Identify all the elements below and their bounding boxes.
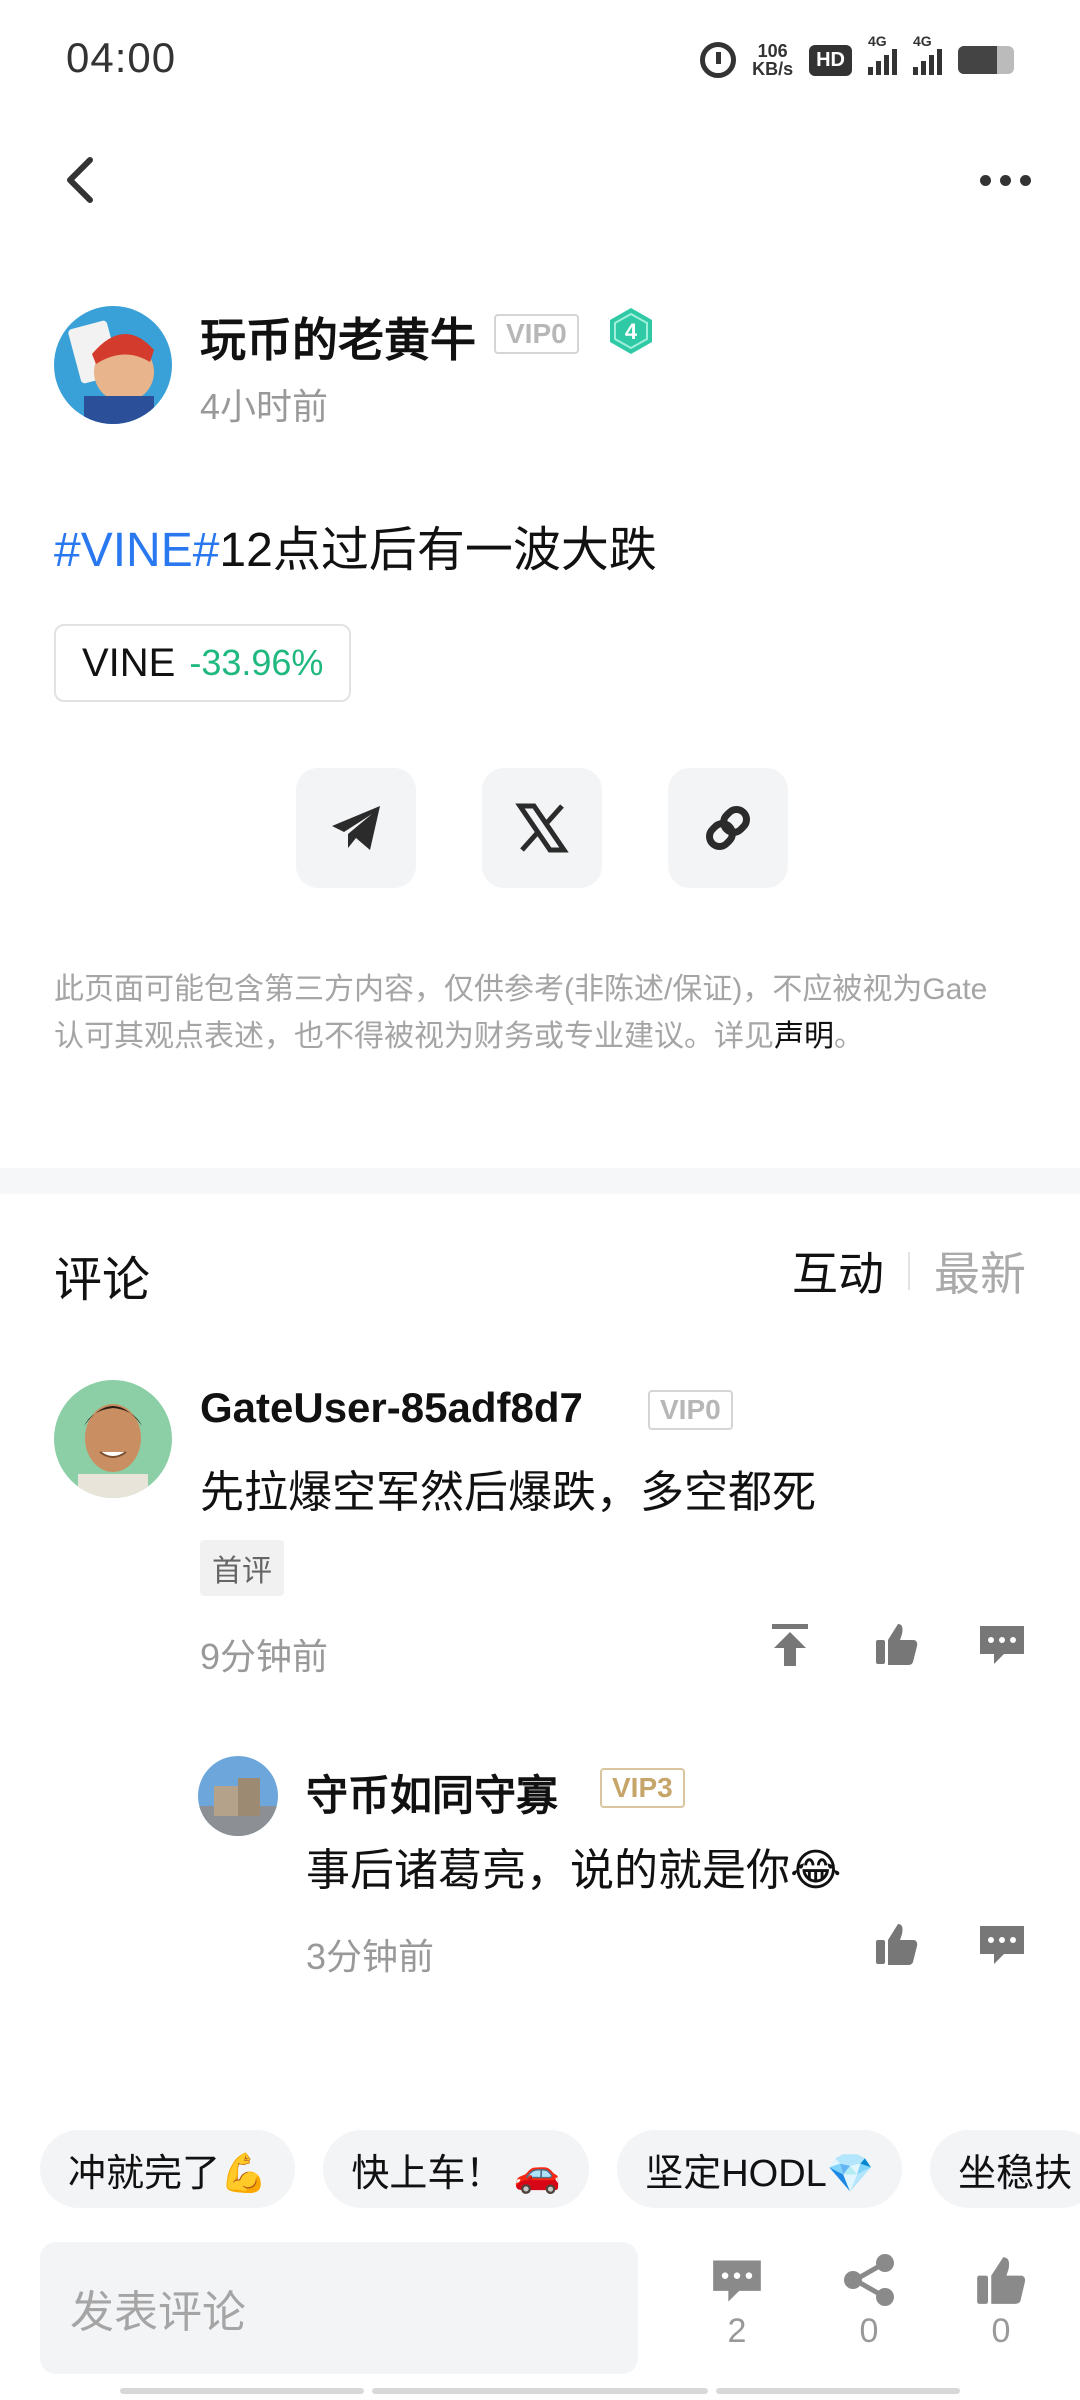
avatar-image xyxy=(54,306,172,424)
battery-icon xyxy=(958,46,1014,74)
share-count: 0 xyxy=(859,2312,879,2350)
share-count-button[interactable]: 0 xyxy=(824,2254,914,2351)
signal-icon: 4G xyxy=(913,33,942,75)
scroll-indicator xyxy=(120,2388,364,2394)
signal-label: 4G xyxy=(868,33,887,49)
reply-user-name[interactable]: 守币如同守寡 xyxy=(306,1762,558,1823)
comment-count: 2 xyxy=(727,2312,747,2350)
reply-avatar[interactable] xyxy=(198,1756,278,1836)
copy-link-button[interactable] xyxy=(668,768,788,888)
avatar-image xyxy=(198,1756,278,1836)
like-count: 0 xyxy=(991,2312,1011,2350)
vip-badge: VIP3 xyxy=(600,1768,685,1808)
commenter-name[interactable]: GateUser-85adf8d7 xyxy=(200,1384,583,1432)
status-time: 04:00 xyxy=(66,34,177,81)
scroll-indicator xyxy=(372,2388,708,2394)
quick-reply-chip[interactable]: 快上车！ 🚗 xyxy=(323,2130,590,2208)
reply-time: 3分钟前 xyxy=(306,1936,435,1977)
post-text: 12点过后有一波大跌 xyxy=(219,524,657,577)
status-bar: 04:00 106 KB/s HD 4G 4G xyxy=(0,0,1080,120)
sort-tab-latest[interactable]: 最新 xyxy=(934,1238,1026,1304)
reply-actions xyxy=(872,1920,1026,1968)
avatar-image xyxy=(54,1380,172,1498)
reply-text: 事后诸葛亮，说的就是你😂 xyxy=(306,1846,842,1895)
hexagon-level-icon: 4 xyxy=(610,308,652,354)
like-icon[interactable] xyxy=(872,1620,920,1668)
network-speed: 106 KB/s xyxy=(752,42,793,78)
comment-text: 先拉爆空军然后爆跌，多空都死 xyxy=(200,1468,816,1517)
vip-badge: VIP0 xyxy=(648,1390,733,1430)
coin-chip[interactable]: VINE -33.96% xyxy=(54,624,352,702)
more-dots-icon xyxy=(979,174,991,186)
sort-separator xyxy=(908,1252,910,1290)
commenter-avatar[interactable] xyxy=(54,1380,172,1498)
chevron-left-icon xyxy=(67,157,93,203)
pin-to-top-icon[interactable] xyxy=(766,1620,814,1668)
comments-title: 评论 xyxy=(54,1254,151,1307)
comment-sort-tabs: 互动 最新 xyxy=(792,1238,1026,1304)
hd-icon: HD xyxy=(809,44,852,76)
like-icon xyxy=(977,2257,1026,2304)
post-content: #VINE#12点过后有一波大跌 xyxy=(54,510,657,580)
post-time: 4小时前 xyxy=(200,386,329,427)
quick-reply-chip[interactable]: 冲就完了💪 xyxy=(40,2130,296,2208)
coin-change: -33.96% xyxy=(189,642,324,683)
comment-count-button[interactable]: 2 xyxy=(692,2254,782,2351)
vip-badge: VIP0 xyxy=(494,314,579,354)
alarm-icon xyxy=(700,42,737,78)
signal-icon: 4G xyxy=(868,33,897,75)
signal-label: 4G xyxy=(913,33,932,49)
telegram-icon xyxy=(332,806,380,850)
like-icon[interactable] xyxy=(872,1920,920,1968)
network-speed-value: 106 xyxy=(757,41,788,61)
level-number: 4 xyxy=(625,319,638,344)
author-avatar[interactable] xyxy=(54,306,172,424)
link-icon xyxy=(706,806,750,850)
quick-reply-row: 冲就完了💪 快上车！ 🚗 坚定HODL💎 坐稳扶 xyxy=(40,2130,1080,2208)
reply-icon[interactable] xyxy=(978,1920,1026,1968)
like-count-button[interactable]: 0 xyxy=(956,2254,1046,2351)
first-comment-tag: 首评 xyxy=(200,1540,284,1596)
sort-tab-interaction[interactable]: 互动 xyxy=(792,1238,884,1304)
level-badge: 4 xyxy=(608,306,654,356)
back-button[interactable] xyxy=(56,150,106,210)
quick-reply-chip[interactable]: 坚定HODL💎 xyxy=(617,2130,903,2208)
scroll-indicator xyxy=(716,2388,960,2394)
coin-name: VINE xyxy=(82,640,176,685)
more-button[interactable] xyxy=(970,160,1040,200)
post-hashtag[interactable]: #VINE# xyxy=(54,524,219,577)
comment-input[interactable]: 发表评论 xyxy=(40,2242,638,2374)
status-icons: 106 KB/s HD 4G 4G xyxy=(700,33,1014,84)
network-speed-unit: KB/s xyxy=(752,59,794,79)
reply-icon[interactable] xyxy=(978,1620,1026,1668)
comment-actions xyxy=(766,1620,1026,1668)
share-icon xyxy=(844,2254,894,2306)
disclaimer-link[interactable]: 声明 xyxy=(774,1020,834,1053)
disclaimer: 此页面可能包含第三方内容，仅供参考(非陈述/保证)，不应被视为Gate认可其观点… xyxy=(54,966,1014,1060)
comment-time: 9分钟前 xyxy=(200,1636,329,1677)
disclaimer-end: 。 xyxy=(834,1020,864,1053)
comment-icon xyxy=(713,2260,761,2302)
section-divider xyxy=(0,1168,1080,1194)
x-logo-icon xyxy=(515,803,569,853)
author-name[interactable]: 玩币的老黄牛 xyxy=(200,304,476,370)
quick-reply-chip[interactable]: 坐稳扶 xyxy=(930,2130,1080,2208)
share-row xyxy=(296,768,788,888)
share-x-button[interactable] xyxy=(482,768,602,888)
share-telegram-button[interactable] xyxy=(296,768,416,888)
